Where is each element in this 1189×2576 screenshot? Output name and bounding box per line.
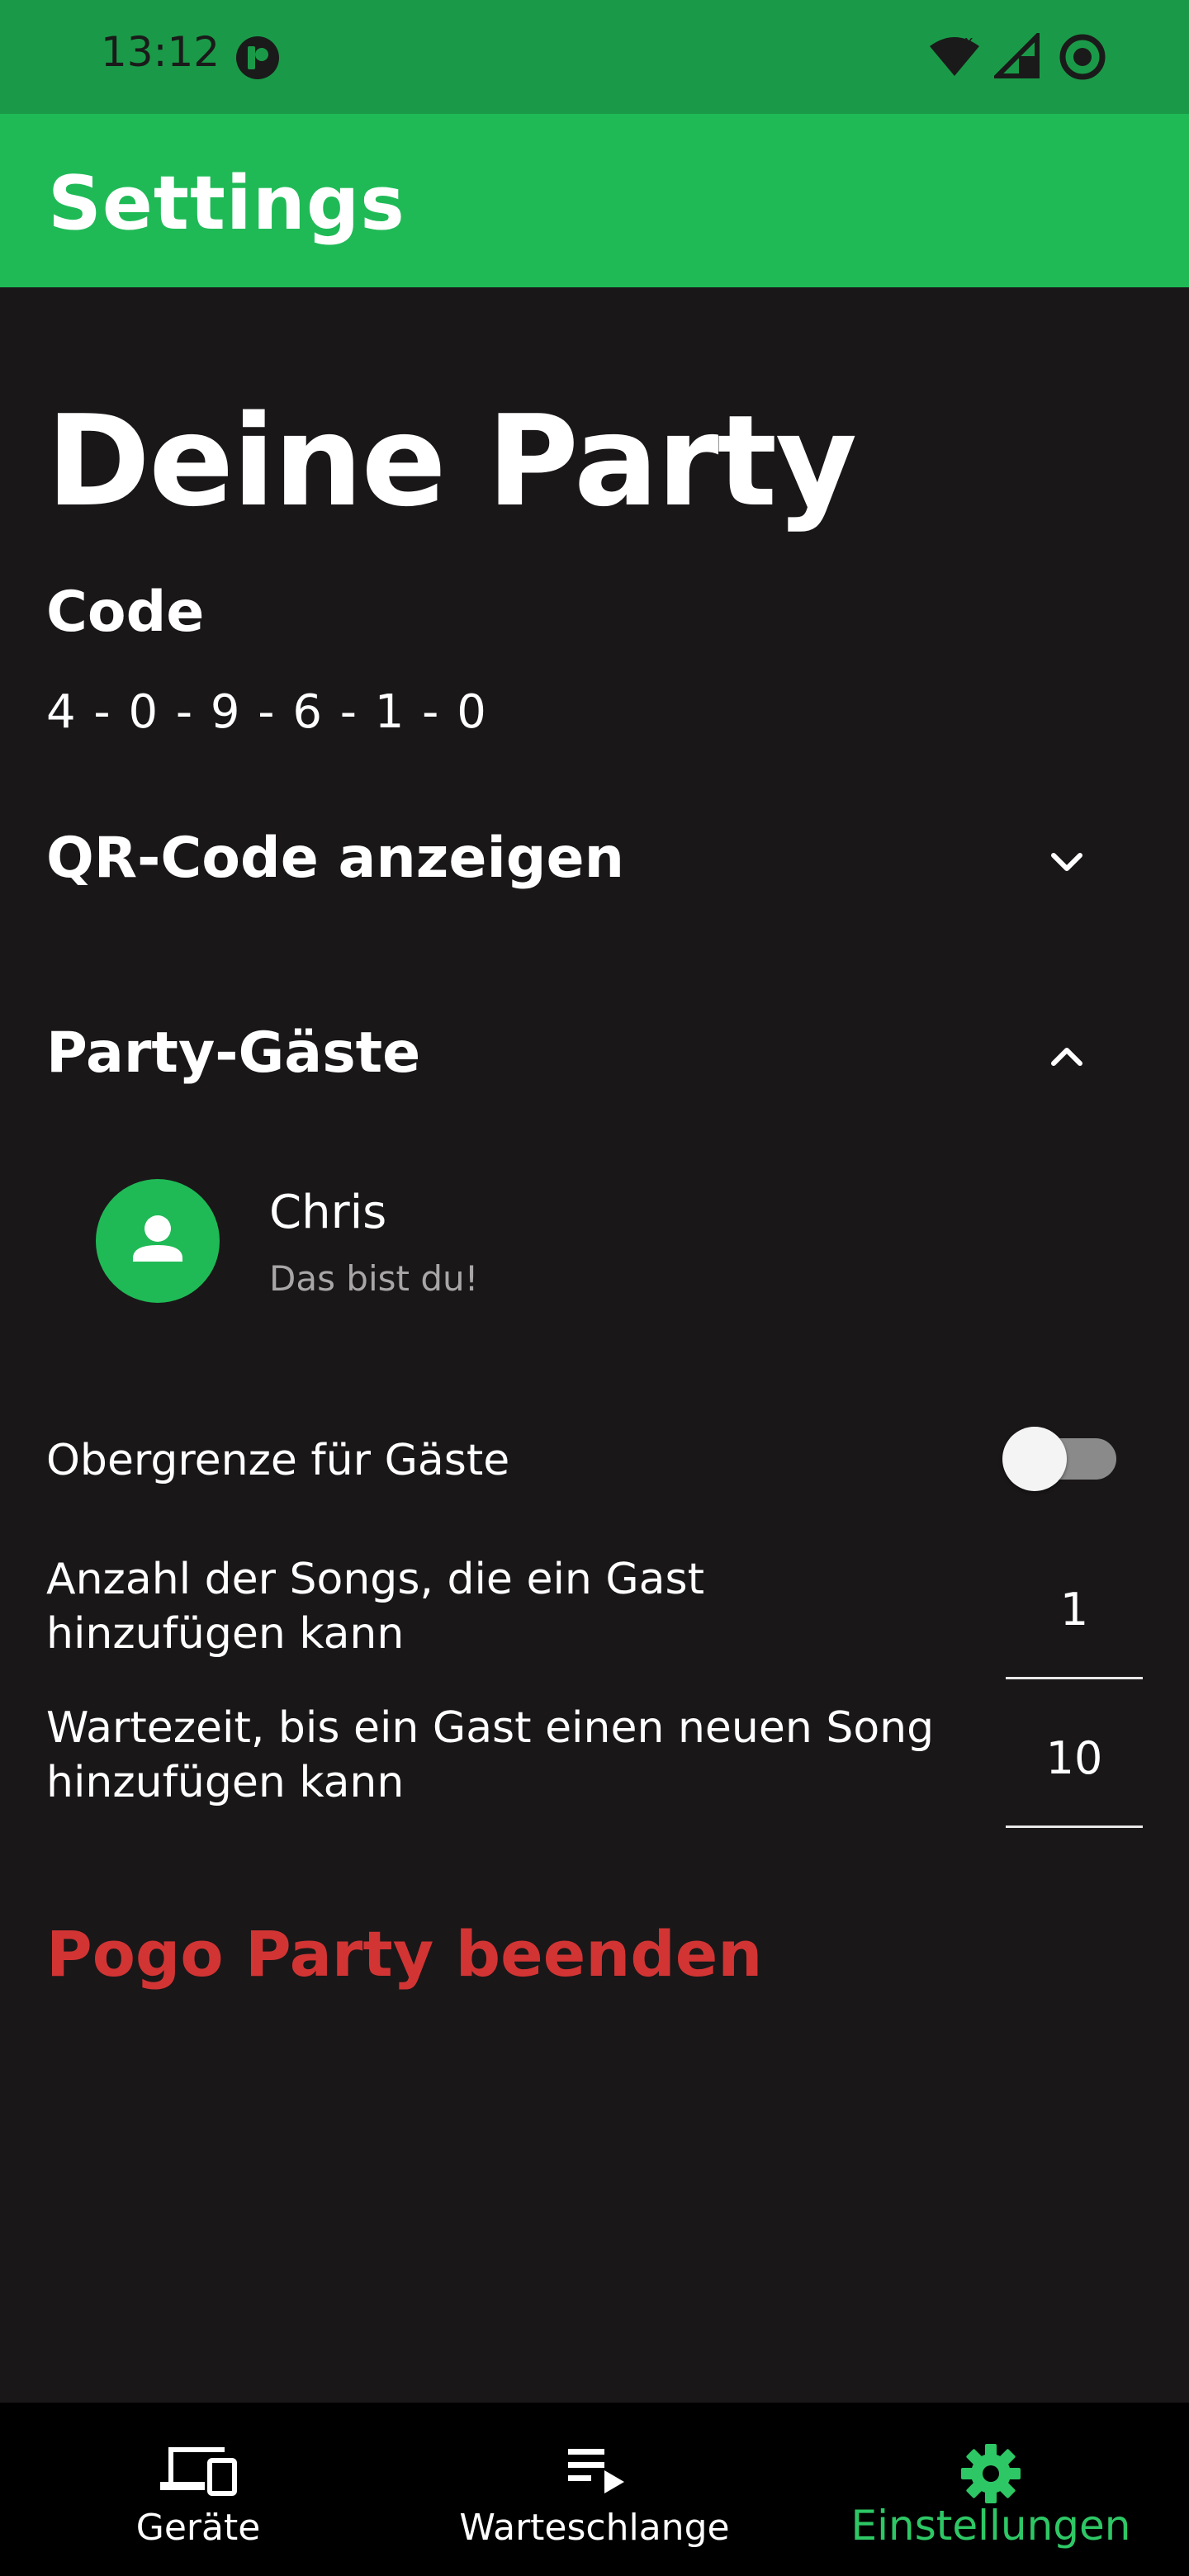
bottom-navigation: Geräte Warteschlange Einstellungen [0, 2403, 1189, 2576]
guests-section-title: Party-Gäste [46, 1020, 421, 1086]
gear-icon [961, 2444, 1021, 2503]
cellular-signal-icon [994, 33, 1040, 78]
nav-item-queue[interactable]: Warteschlange [396, 2403, 793, 2576]
status-time: 13:12 [101, 28, 220, 76]
toggle-knob [1002, 1427, 1067, 1491]
party-heading: Deine Party [46, 388, 857, 534]
svg-text:x: x [964, 33, 973, 50]
nav-item-devices[interactable]: Geräte [0, 2403, 396, 2576]
code-label: Code [46, 580, 205, 645]
nav-label-queue: Warteschlange [459, 2507, 730, 2549]
nav-label-devices: Geräte [135, 2507, 261, 2549]
queue-icon [568, 2449, 624, 2493]
nav-item-settings[interactable]: Einstellungen [793, 2403, 1189, 2576]
devices-icon [160, 2447, 237, 2496]
wait-time-label-line1: Wartezeit, bis ein Gast einen neuen Song [46, 1703, 935, 1753]
songs-per-guest-input[interactable]: 1 [1006, 1584, 1143, 1679]
party-code: 4 - 0 - 9 - 6 - 1 - 0 [46, 685, 488, 739]
app-notification-icon [236, 36, 279, 79]
status-bar: 13:12 x [0, 0, 1189, 114]
wait-time-input[interactable]: 10 [1006, 1732, 1143, 1828]
wait-time-label: Wartezeit, bis ein Gast einen neuen Song… [46, 1701, 934, 1810]
person-icon [133, 1215, 182, 1262]
end-party-button[interactable]: Pogo Party beenden [46, 1917, 762, 1991]
guest-name: Chris [269, 1186, 387, 1239]
battery-saver-icon [1059, 34, 1106, 80]
qr-code-section-title: QR-Code anzeigen [46, 826, 624, 891]
nav-label-settings: Einstellungen [850, 2502, 1131, 2550]
guest-limit-label: Obergrenze für Gäste [46, 1436, 510, 1485]
songs-per-guest-label: Anzahl der Songs, die ein Gast hinzufüge… [46, 1552, 704, 1661]
wifi-icon: x [930, 33, 979, 76]
avatar [96, 1179, 220, 1303]
chevron-down-icon [1051, 853, 1082, 871]
songs-per-guest-label-line2: hinzufügen kann [46, 1609, 405, 1659]
page-title: Settings [48, 160, 405, 247]
songs-per-guest-label-line1: Anzahl der Songs, die ein Gast [46, 1555, 705, 1604]
wait-time-label-line2: hinzufügen kann [46, 1758, 405, 1807]
guest-subtitle: Das bist du! [269, 1258, 479, 1299]
chevron-up-icon [1051, 1048, 1082, 1066]
app-bar: Settings [0, 114, 1189, 287]
